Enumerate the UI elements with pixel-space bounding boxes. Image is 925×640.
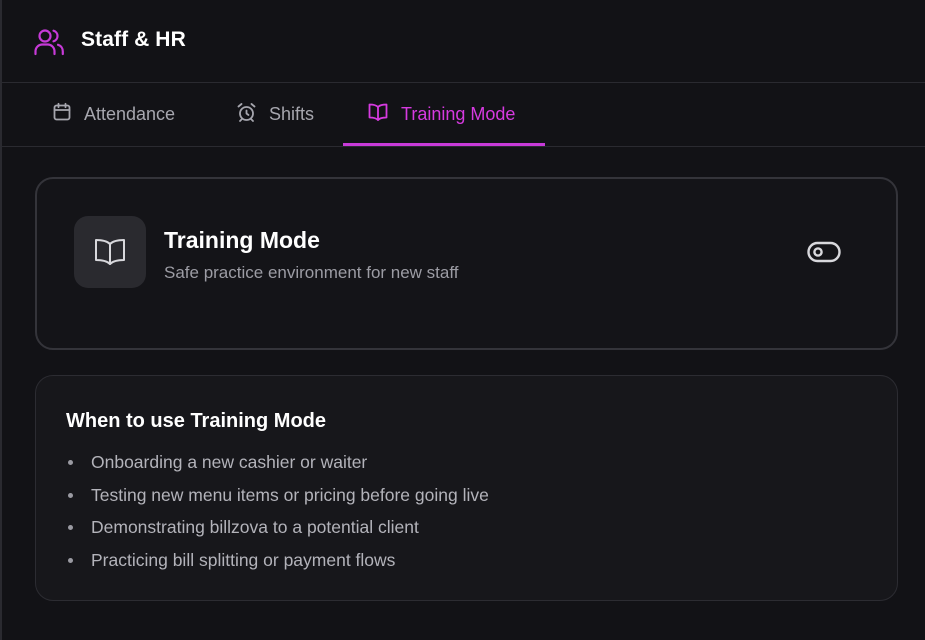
active-tab-indicator: [343, 143, 545, 146]
book-open-icon: [367, 102, 401, 127]
training-mode-toggle[interactable]: [807, 241, 841, 263]
card-title: Training Mode: [164, 227, 320, 253]
tab-bar: Attendance Shifts Training Mode: [2, 83, 925, 147]
card-subtitle: Safe practice environment for new staff: [164, 263, 459, 282]
calendar-icon: [52, 102, 84, 127]
header: Staff & HR: [2, 0, 925, 83]
tab-attendance[interactable]: Attendance: [52, 83, 175, 146]
list-item: Demonstrating billzova to a potential cl…: [66, 514, 489, 547]
toggle-off-icon: [807, 241, 841, 263]
usage-info-card: When to use Training Mode Onboarding a n…: [35, 375, 898, 601]
tab-label: Shifts: [269, 104, 315, 124]
tab-label: Attendance: [84, 104, 176, 124]
usage-list: Onboarding a new cashier or waiter Testi…: [66, 449, 489, 580]
alarm-clock-icon: [236, 102, 269, 128]
list-item: Practicing bill splitting or payment flo…: [66, 547, 489, 580]
list-item: Onboarding a new cashier or waiter: [66, 449, 489, 482]
info-title: When to use Training Mode: [66, 410, 326, 432]
page-title: Staff & HR: [81, 28, 186, 51]
users-icon: [33, 27, 65, 57]
staff-hr-panel: Staff & HR Attendance Shifts Training Mo…: [0, 0, 925, 640]
training-mode-card: Training Mode Safe practice environment …: [35, 177, 898, 350]
list-item: Testing new menu items or pricing before…: [66, 482, 489, 515]
tab-shifts[interactable]: Shifts: [236, 83, 314, 146]
tab-label: Training Mode: [401, 104, 516, 124]
tab-training-mode[interactable]: Training Mode: [343, 83, 545, 146]
book-open-icon: [74, 216, 146, 288]
